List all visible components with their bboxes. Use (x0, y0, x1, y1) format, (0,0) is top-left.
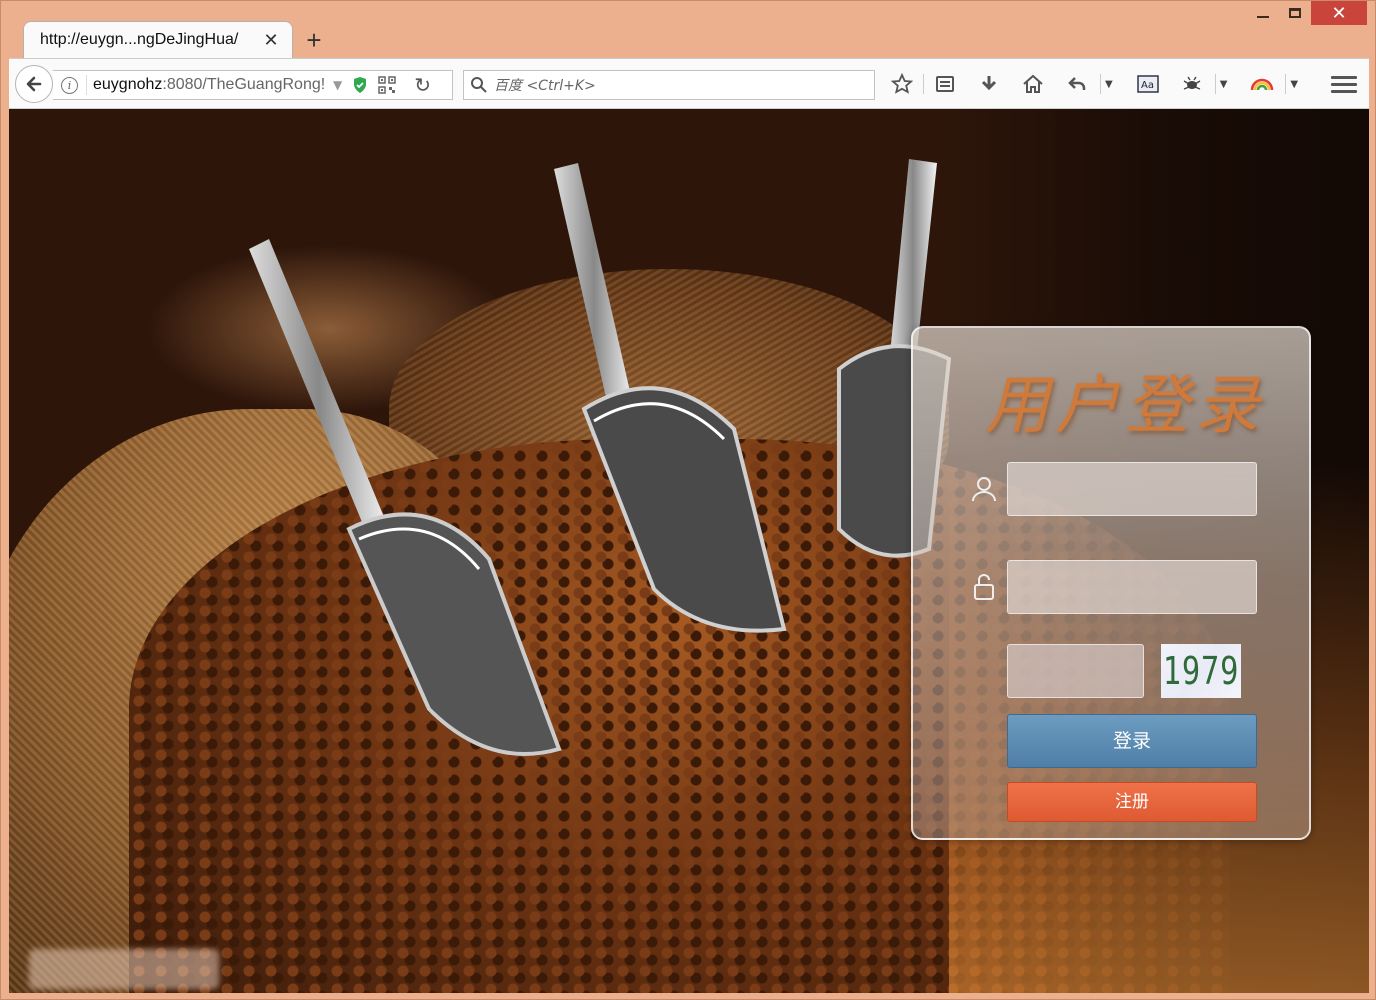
minimize-button[interactable] (1247, 1, 1279, 25)
url-bar[interactable]: i euygnohz:8080/TheGuangRong! ▼ ↻ (53, 70, 453, 100)
screenshot-bug-icon[interactable] (1175, 67, 1209, 101)
close-window-button[interactable]: ✕ (1311, 1, 1367, 25)
theme-dropdown-icon[interactable]: ▼ (1290, 79, 1298, 90)
bug-dropdown-icon[interactable]: ▼ (1220, 79, 1228, 90)
toolbar-divider (1214, 74, 1216, 94)
menu-bar (1331, 89, 1357, 93)
register-button[interactable]: 注册 (1007, 782, 1257, 822)
password-input[interactable] (1007, 560, 1257, 614)
login-button[interactable]: 登录 (1007, 714, 1257, 768)
metal-scoop-middle (554, 163, 787, 633)
download-icon[interactable] (972, 67, 1006, 101)
bookmark-star-icon[interactable] (885, 67, 919, 101)
reading-list-icon[interactable] (928, 67, 962, 101)
rainbow-theme-icon[interactable] (1245, 67, 1279, 101)
url-host: euygnohz (93, 76, 163, 93)
captcha-image[interactable]: 1979 (1161, 644, 1241, 698)
tab-close-icon[interactable]: ✕ (262, 30, 280, 51)
undo-icon[interactable] (1060, 67, 1094, 101)
url-path: :8080/TheGuangRong! (162, 76, 325, 93)
reload-icon[interactable]: ↻ (414, 73, 431, 97)
undo-dropdown-icon[interactable]: ▼ (1105, 79, 1113, 90)
toolbar-divider (1285, 74, 1287, 94)
site-info-icon[interactable]: i (61, 76, 78, 94)
search-bar[interactable]: 百度 <Ctrl+K> (463, 70, 875, 100)
window-controls: ✕ (1247, 1, 1367, 29)
qr-code-icon[interactable] (378, 76, 396, 94)
login-panel: 用户登录 1979 登录 注册 (911, 326, 1311, 840)
toolbar-divider (1100, 74, 1101, 94)
lock-icon (974, 574, 994, 600)
page-viewport: 用户登录 1979 登录 注册 (9, 109, 1369, 993)
menu-bar (1331, 75, 1357, 79)
new-tab-button[interactable]: + (301, 27, 327, 53)
toolbar-icons: ▼ Aa ▼ ▼ (885, 59, 1316, 109)
captcha-input[interactable] (1007, 644, 1144, 698)
tab-title: http://euygn...ngDeJingHua/ (40, 31, 239, 48)
maximize-icon (1289, 8, 1301, 18)
user-icon (972, 477, 996, 502)
url-divider (86, 75, 87, 95)
nav-toolbar: i euygnohz:8080/TheGuangRong! ▼ ↻ 百度 <Ct… (9, 58, 1369, 109)
minimize-icon (1257, 16, 1269, 18)
toolbar-divider (923, 74, 924, 94)
back-button[interactable] (15, 65, 53, 103)
reader-mode-icon[interactable]: Aa (1131, 67, 1165, 101)
url-dropdown-icon[interactable]: ▼ (333, 78, 342, 92)
url-text[interactable]: euygnohz:8080/TheGuangRong! (93, 76, 325, 94)
svg-text:Aa: Aa (1141, 80, 1154, 91)
home-icon[interactable] (1016, 67, 1050, 101)
security-shield-icon[interactable] (352, 76, 368, 94)
username-input[interactable] (1007, 462, 1257, 516)
menu-bar (1331, 82, 1357, 86)
maximize-button[interactable] (1279, 1, 1311, 25)
metal-scoop-left (249, 239, 562, 756)
menu-icon[interactable] (1331, 71, 1357, 97)
search-icon (471, 77, 487, 93)
search-placeholder: 百度 <Ctrl+K> (494, 78, 596, 94)
blurred-watermark (29, 949, 219, 989)
browser-window: ✕ http://euygn...ngDeJingHua/ ✕ + i euyg… (0, 0, 1376, 1000)
login-title: 用户登录 (985, 369, 1265, 443)
browser-tab[interactable]: http://euygn...ngDeJingHua/ ✕ (23, 21, 293, 58)
back-arrow-icon (26, 76, 42, 92)
